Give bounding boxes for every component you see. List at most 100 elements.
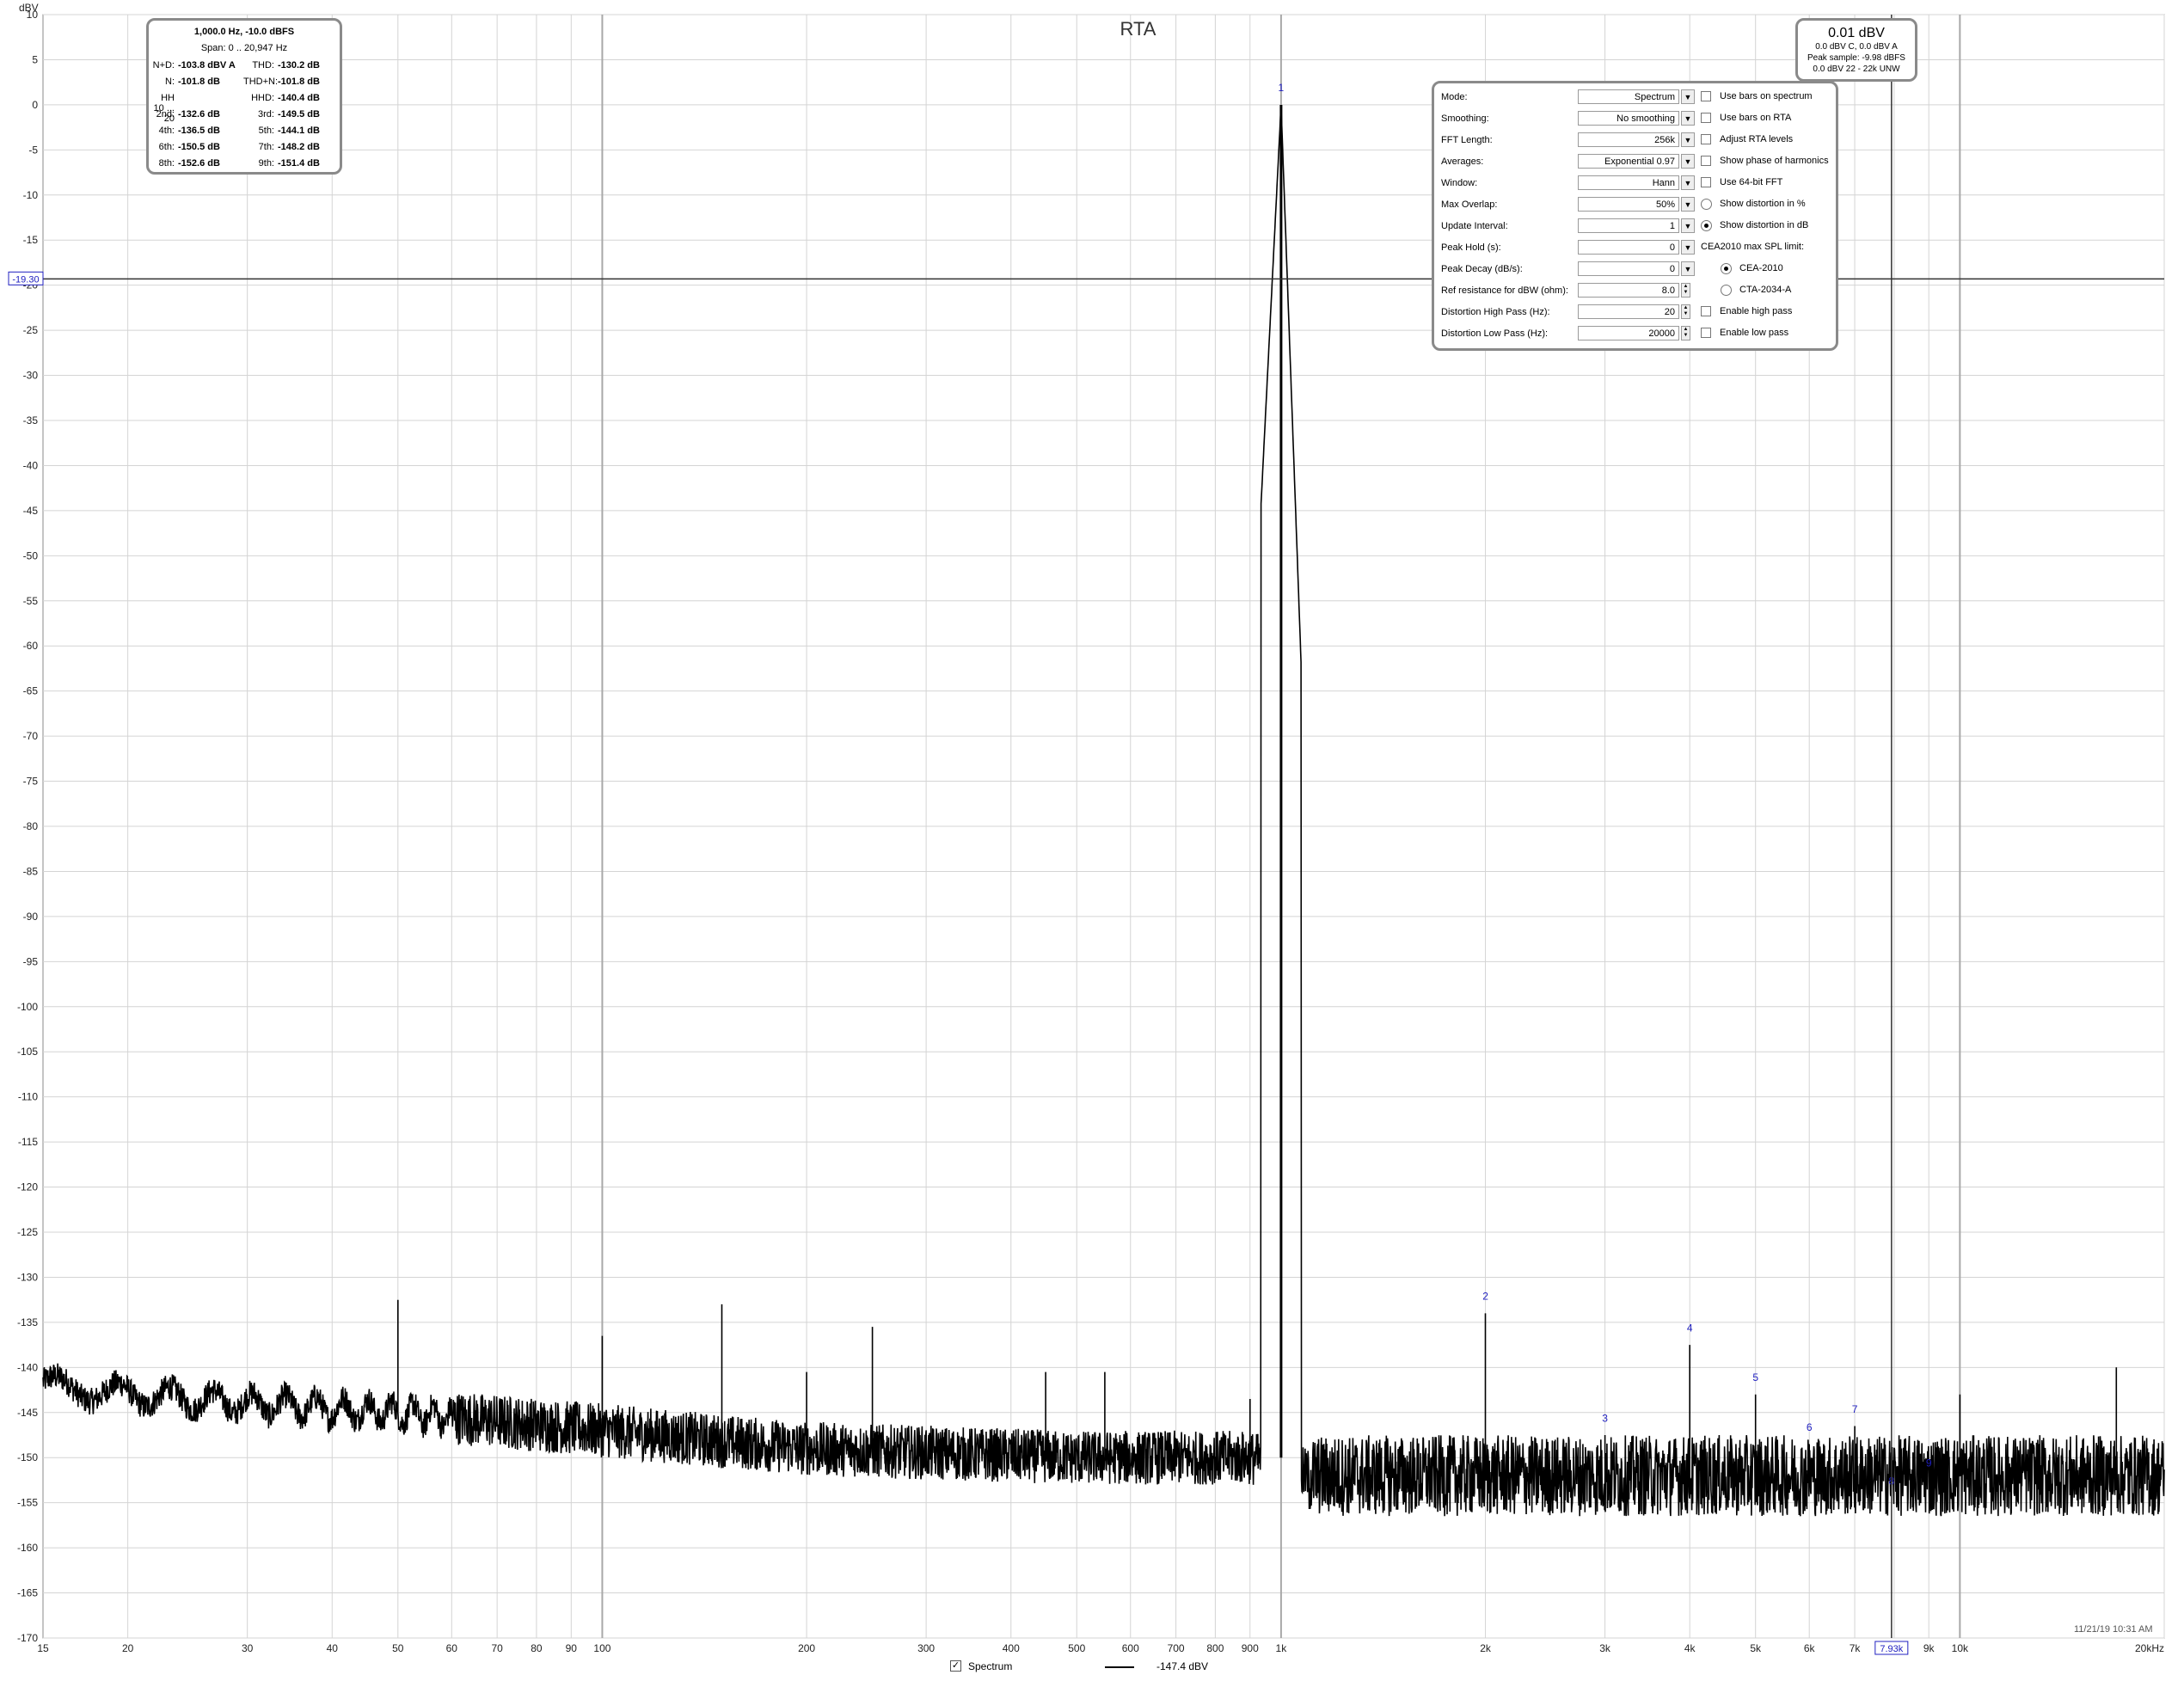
chevron-down-icon[interactable]: ▼ — [1681, 154, 1695, 169]
control-dropdown[interactable]: 256k — [1578, 132, 1679, 147]
level-line-1: 0.0 dBV C, 0.0 dBV A — [1815, 42, 1898, 52]
option-label: Use bars on spectrum — [1720, 91, 1813, 101]
radio-button[interactable] — [1721, 263, 1732, 274]
x-tick-label: 700 — [1168, 1642, 1185, 1654]
control-row: Ref resistance for dBW (ohm): 8.0 ▲ ▼ — [1441, 283, 1699, 300]
option-label: Adjust RTA levels — [1720, 134, 1794, 144]
x-tick-label: 4k — [1684, 1642, 1696, 1654]
checkbox[interactable] — [1701, 177, 1711, 187]
y-tick-label: -135 — [17, 1316, 38, 1328]
control-dropdown[interactable]: No smoothing — [1578, 111, 1679, 126]
harmonic-marker-5: 5 — [1752, 1371, 1758, 1383]
chevron-down-icon[interactable]: ▼ — [1681, 111, 1695, 126]
radio-button[interactable] — [1701, 199, 1712, 210]
harmonic-marker-6: 6 — [1807, 1421, 1813, 1433]
spinner-arrows-icon[interactable]: ▲ ▼ — [1681, 304, 1690, 319]
control-row: Peak Decay (dB/s): 0 ▼ — [1441, 261, 1699, 279]
control-label: FFT Length: — [1441, 135, 1493, 145]
checkbox[interactable] — [1701, 134, 1711, 144]
rta-controls-panel: Mode: Spectrum ▼ Smoothing: No smoothing ▼ FFT… — [1432, 81, 1838, 351]
stat-value: -103.8 dBV A — [178, 60, 236, 71]
control-row: Averages: Exponential 0.97 ▼ — [1441, 154, 1699, 171]
y-tick-label: -150 — [17, 1451, 38, 1463]
stat-label: 6th: — [158, 142, 175, 152]
spinner-arrows-icon[interactable]: ▲ ▼ — [1681, 326, 1690, 340]
x-tick-label: 20kHz — [2135, 1642, 2164, 1654]
control-row: Distortion High Pass (Hz): 20 ▲ ▼ — [1441, 304, 1699, 322]
option-label: Use bars on RTA — [1720, 113, 1792, 123]
harmonic-marker-1: 1 — [1279, 82, 1285, 94]
y-tick-label: -10 — [23, 189, 39, 201]
control-label: Averages: — [1441, 156, 1484, 167]
y-tick-label: -100 — [17, 1001, 38, 1013]
harmonic-marker-9: 9 — [1926, 1457, 1932, 1469]
radio-button[interactable] — [1701, 220, 1712, 231]
checkbox[interactable] — [1701, 328, 1711, 338]
level-readout-panel: 0.01 dBV 0.0 dBV C, 0.0 dBV A Peak sampl… — [1795, 18, 1917, 82]
checkbox[interactable] — [1701, 91, 1711, 101]
x-tick-label: 40 — [327, 1642, 339, 1654]
control-dropdown[interactable]: 50% — [1578, 197, 1679, 212]
y-tick-label: -105 — [17, 1046, 38, 1058]
stat-value: -144.1 dB — [278, 126, 320, 136]
chevron-down-icon[interactable]: ▼ — [1681, 197, 1695, 212]
level-value: 0.01 dBV — [1828, 26, 1885, 40]
control-dropdown[interactable]: 0 — [1578, 261, 1679, 276]
spectrum-visibility-checkbox[interactable]: ✓ — [950, 1660, 961, 1672]
stat-label: 9th: — [258, 158, 274, 169]
control-dropdown[interactable]: 0 — [1578, 240, 1679, 255]
control-dropdown[interactable]: Hann — [1578, 175, 1679, 190]
y-tick-label: -165 — [17, 1587, 38, 1599]
x-tick-label: 600 — [1122, 1642, 1139, 1654]
stat-value: -149.5 dB — [278, 109, 320, 120]
control-row: Max Overlap: 50% ▼ — [1441, 197, 1699, 214]
y-tick-label: -65 — [23, 685, 39, 697]
control-label: Distortion High Pass (Hz): — [1441, 307, 1550, 317]
rta-chart[interactable]: 1050-5-10-15-20-25-30-35-40-45-50-55-60-… — [0, 0, 2184, 1681]
control-dropdown[interactable]: Exponential 0.97 — [1578, 154, 1679, 169]
control-row: Mode: Spectrum ▼ — [1441, 89, 1699, 107]
control-dropdown[interactable]: Spectrum — [1578, 89, 1679, 104]
stat-label: N+D: — [152, 60, 175, 71]
y-tick-label: -120 — [17, 1181, 38, 1193]
y-tick-label: -60 — [23, 640, 39, 652]
chevron-down-icon[interactable]: ▼ — [1681, 89, 1695, 104]
checkbox[interactable] — [1701, 306, 1711, 316]
x-tick-label: 9k — [1923, 1642, 1936, 1654]
harmonic-marker-4: 4 — [1687, 1322, 1693, 1334]
control-row: Window: Hann ▼ — [1441, 175, 1699, 193]
stat-value: -132.6 dB — [178, 109, 220, 120]
control-spin-input[interactable]: 20000 — [1578, 326, 1679, 340]
x-tick-label: 900 — [1242, 1642, 1259, 1654]
control-spin-input[interactable]: 20 — [1578, 304, 1679, 319]
chevron-down-icon[interactable]: ▼ — [1681, 132, 1695, 147]
chevron-down-icon[interactable]: ▼ — [1681, 175, 1695, 190]
spinner-arrows-icon[interactable]: ▲ ▼ — [1681, 283, 1690, 298]
radio-button[interactable] — [1721, 285, 1732, 296]
control-label: Peak Decay (dB/s): — [1441, 264, 1523, 274]
x-tick-label: 20 — [122, 1642, 134, 1654]
y-tick-label: -140 — [17, 1361, 38, 1373]
stat-label: 8th: — [158, 158, 175, 169]
control-row: Smoothing: No smoothing ▼ — [1441, 111, 1699, 128]
stat-value: -136.5 dB — [178, 126, 220, 136]
x-tick-label: 400 — [1003, 1642, 1020, 1654]
control-dropdown[interactable]: 1 — [1578, 218, 1679, 233]
legend-series-name: Spectrum — [968, 1660, 1013, 1672]
y-tick-label: -115 — [18, 1136, 38, 1148]
chart-title: RTA — [1120, 18, 1156, 40]
checkbox[interactable] — [1701, 113, 1711, 123]
control-spin-input[interactable]: 8.0 — [1578, 283, 1679, 298]
stat-label: 5th: — [258, 126, 274, 136]
option-label: CEA2010 max SPL limit: — [1701, 242, 1805, 252]
chevron-down-icon[interactable]: ▼ — [1681, 218, 1695, 233]
checkbox[interactable] — [1701, 156, 1711, 166]
x-tick-label: 6k — [1804, 1642, 1816, 1654]
chevron-down-icon[interactable]: ▼ — [1681, 240, 1695, 255]
cursor-x-label: 7.93k — [1880, 1644, 1903, 1654]
x-tick-label: 2k — [1480, 1642, 1492, 1654]
stat-label: HHD: — [251, 93, 274, 103]
chevron-down-icon[interactable]: ▼ — [1681, 261, 1695, 276]
x-tick-label: 7k — [1850, 1642, 1862, 1654]
y-tick-label: -15 — [23, 234, 39, 246]
